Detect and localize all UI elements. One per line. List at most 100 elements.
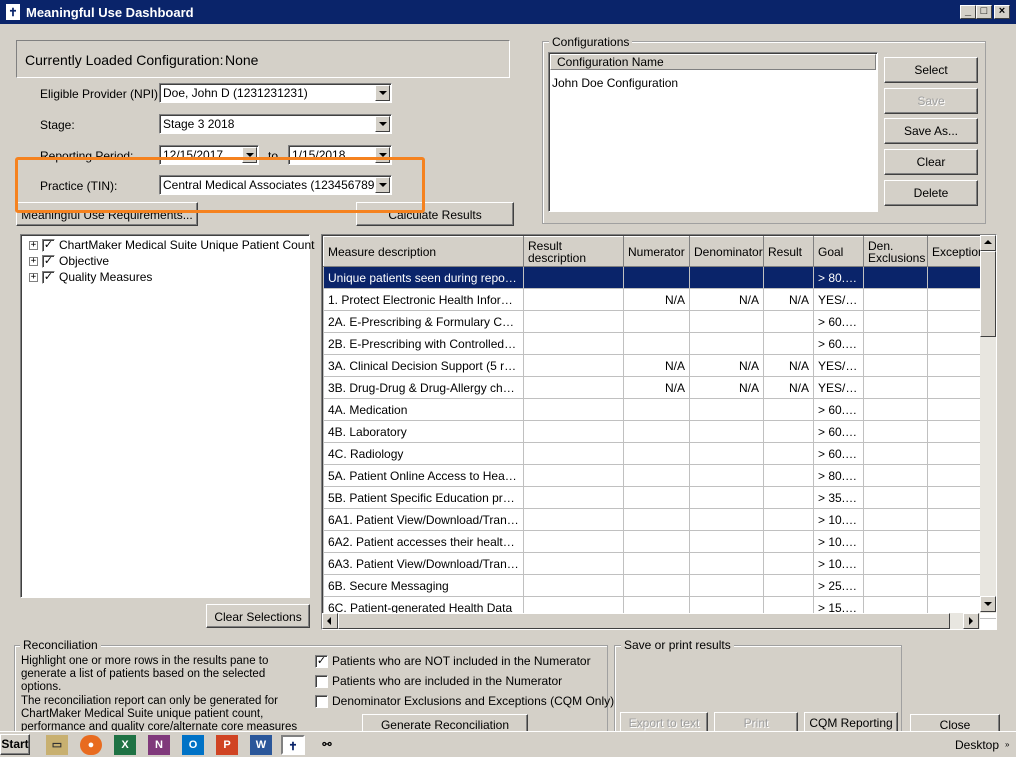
onenote-icon[interactable]: N — [148, 735, 170, 755]
scroll-up-icon[interactable] — [980, 235, 996, 251]
column-header[interactable]: Result — [763, 236, 814, 267]
table-row[interactable]: 6B. Secure Messaging > 25.0% — [323, 574, 996, 597]
minimize-button[interactable]: _ — [960, 5, 976, 19]
table-cell — [523, 442, 624, 465]
column-header[interactable]: Result description — [523, 236, 624, 267]
table-row[interactable]: 2B. E-Prescribing with Controlled Subst.… — [323, 332, 996, 355]
table-cell — [863, 332, 928, 355]
checkbox-checked-icon[interactable]: ✓ — [42, 270, 55, 284]
hscroll-thumb[interactable] — [338, 613, 950, 629]
table-row[interactable]: 3B. Drug-Drug & Drug-Allergy checks f...… — [323, 376, 996, 399]
table-row[interactable]: 3A. Clinical Decision Support (5 rules) N… — [323, 354, 996, 377]
results-grid[interactable]: Measure description Result description Num… — [321, 234, 997, 630]
horizontal-scrollbar[interactable] — [322, 613, 980, 629]
configuration-name-header[interactable]: Configuration Name — [550, 54, 876, 70]
table-cell: N/A — [623, 354, 690, 377]
select-button[interactable]: Select — [884, 57, 978, 83]
table-cell — [863, 310, 928, 333]
table-cell: 1. Protect Electronic Health Information — [323, 288, 524, 311]
column-header[interactable]: Den. Exclusions — [863, 236, 928, 267]
powerpoint-icon[interactable]: P — [216, 735, 238, 755]
clear-button[interactable]: Clear — [884, 149, 978, 175]
scroll-down-icon[interactable] — [980, 596, 996, 612]
handshake-icon[interactable]: ⚯ — [316, 735, 338, 755]
maximize-button[interactable]: □ — [976, 5, 992, 19]
word-icon[interactable]: W — [250, 735, 272, 755]
table-cell — [863, 398, 928, 421]
column-header[interactable]: Goal — [813, 236, 864, 267]
stage-select[interactable]: Stage 3 2018 — [159, 114, 392, 134]
measure-tree[interactable]: + ✓ ChartMaker Medical Suite Unique Pati… — [20, 234, 314, 598]
table-row[interactable]: 6A3. Patient View/Download/Transmi... > 1… — [323, 552, 996, 575]
table-row[interactable]: 5A. Patient Online Access to Health In..… — [323, 464, 996, 487]
expand-tray-icon[interactable]: » — [1005, 740, 1009, 749]
option-not-in-numerator[interactable]: ✓ Patients who are NOT included in the N… — [315, 654, 591, 668]
chevron-down-icon[interactable] — [375, 116, 390, 132]
provider-select[interactable]: Doe, John D (1231231231) — [159, 83, 392, 103]
column-header[interactable]: Denominator — [689, 236, 764, 267]
chevron-down-icon[interactable] — [375, 85, 390, 101]
scroll-thumb[interactable] — [980, 251, 996, 337]
expand-icon[interactable]: + — [29, 272, 38, 282]
reconciliation-help-2: The reconciliation report can only be ge… — [21, 695, 298, 731]
checkbox-checked-icon[interactable]: ✓ — [315, 654, 328, 668]
table-row[interactable]: 4B. Laboratory > 60.0% — [323, 420, 996, 443]
checkbox-checked-icon[interactable]: ✓ — [42, 238, 55, 252]
table-cell — [863, 376, 928, 399]
checkbox-checked-icon[interactable]: ✓ — [42, 254, 55, 268]
chartmaker-taskbar-icon[interactable]: ✝ — [281, 735, 305, 755]
table-cell — [863, 530, 928, 553]
save-button[interactable]: Save — [884, 88, 978, 114]
table-cell — [523, 288, 624, 311]
firefox-icon[interactable]: ● — [80, 735, 102, 755]
option-in-numerator[interactable]: Patients who are included in the Numerat… — [315, 674, 562, 688]
table-cell — [863, 420, 928, 443]
table-cell — [523, 574, 624, 597]
save-as-button[interactable]: Save As... — [884, 118, 978, 144]
clear-selections-button[interactable]: Clear Selections — [206, 604, 310, 628]
tree-item[interactable]: + ✓ ChartMaker Medical Suite Unique Pati… — [29, 237, 314, 253]
table-cell: N/A — [763, 288, 814, 311]
configurations-list[interactable]: Configuration Name John Doe Configuratio… — [548, 52, 878, 212]
table-cell — [689, 310, 764, 333]
option-exclusions[interactable]: Denominator Exclusions and Exceptions (C… — [315, 694, 614, 708]
table-row[interactable]: 4A. Medication > 60.0% — [323, 398, 996, 421]
outlook-icon[interactable]: O — [182, 735, 204, 755]
table-row[interactable]: 4C. Radiology > 60.0% — [323, 442, 996, 465]
table-cell — [863, 288, 928, 311]
expand-icon[interactable]: + — [29, 240, 38, 250]
column-header[interactable]: Measure description — [323, 236, 524, 267]
vertical-scrollbar[interactable] — [980, 235, 996, 613]
table-cell — [689, 464, 764, 487]
delete-button[interactable]: Delete — [884, 180, 978, 206]
checkbox-icon[interactable] — [315, 674, 328, 688]
checkbox-icon[interactable] — [315, 694, 328, 708]
table-row[interactable]: 6A1. Patient View/Download/Transmi... > 1… — [323, 508, 996, 531]
tree-item-label: Quality Measures — [59, 270, 153, 284]
table-row[interactable]: 5B. Patient Specific Education provide..… — [323, 486, 996, 509]
scroll-right-icon[interactable] — [963, 613, 979, 629]
table-cell — [863, 442, 928, 465]
configuration-item[interactable]: John Doe Configuration — [552, 76, 678, 90]
file-explorer-icon[interactable]: ▭ — [46, 735, 68, 755]
tree-item[interactable]: + ✓ Objective — [29, 253, 109, 269]
table-cell: N/A — [689, 288, 764, 311]
table-cell — [763, 310, 814, 333]
table-row[interactable]: 1. Protect Electronic Health Information… — [323, 288, 996, 311]
table-row[interactable]: Unique patients seen during reporting ..… — [323, 266, 996, 289]
window-title: Meaningful Use Dashboard — [26, 5, 194, 20]
table-cell — [763, 266, 814, 289]
start-button[interactable]: Start — [0, 734, 30, 755]
tree-item[interactable]: + ✓ Quality Measures — [29, 269, 152, 285]
excel-icon[interactable]: X — [114, 735, 136, 755]
table-cell: > 60.0% — [813, 310, 864, 333]
table-cell — [523, 376, 624, 399]
close-window-button[interactable]: × — [994, 5, 1010, 19]
expand-icon[interactable]: + — [29, 256, 38, 266]
scroll-left-icon[interactable] — [322, 613, 338, 629]
table-row[interactable]: 2A. E-Prescribing & Formulary Compari...… — [323, 310, 996, 333]
table-cell: 5A. Patient Online Access to Health In..… — [323, 464, 524, 487]
table-row[interactable]: 6A2. Patient accesses their health inf..… — [323, 530, 996, 553]
tree-item-label: ChartMaker Medical Suite Unique Patient … — [59, 238, 315, 252]
column-header[interactable]: Numerator — [623, 236, 690, 267]
